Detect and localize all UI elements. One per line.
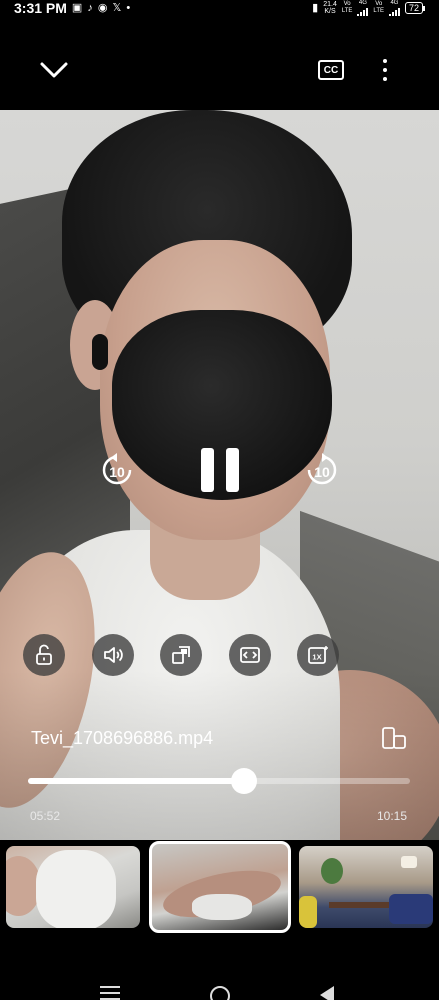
status-bar: 3:31 PM ▣ ♪ ◉ 𝕏 • ▮ 21.4 K/S Vo LTE 4G V… bbox=[0, 0, 439, 17]
thumbnail-1[interactable] bbox=[6, 846, 140, 928]
recents-icon bbox=[100, 986, 120, 988]
pause-button[interactable] bbox=[201, 448, 239, 492]
video-frame[interactable] bbox=[0, 110, 439, 940]
thumbnail-3-sofa bbox=[389, 894, 433, 924]
playback-speed-button[interactable]: 1X bbox=[297, 634, 339, 676]
current-time: 05:52 bbox=[30, 809, 61, 823]
sim2-volte-bottom: LTE bbox=[373, 8, 384, 14]
playback-speed-icon: 1X bbox=[308, 646, 328, 664]
player-top-bar: CC bbox=[0, 16, 439, 110]
lock-button[interactable] bbox=[23, 634, 65, 676]
sim1-volte: Vo LTE bbox=[342, 1, 353, 15]
status-right: ▮ 21.4 K/S Vo LTE 4G Vo LTE 4G 72 bbox=[312, 0, 426, 17]
thumbnail-3-lamp bbox=[401, 856, 417, 868]
pause-icon-bar bbox=[201, 448, 214, 492]
sim1-volte-top: Vo bbox=[343, 1, 351, 7]
total-time: 10:15 bbox=[377, 809, 408, 823]
sim2-network: 4G bbox=[388, 0, 400, 17]
collapse-button[interactable] bbox=[38, 56, 70, 84]
sim1-network: 4G bbox=[357, 0, 369, 17]
more-dot bbox=[383, 68, 387, 72]
video-filename: Tevi_1708696886.mp4 bbox=[31, 728, 214, 748]
back-button[interactable] bbox=[320, 986, 334, 1000]
gallery-icon: ▣ bbox=[71, 1, 83, 14]
sim2-volte: Vo LTE bbox=[373, 1, 384, 15]
volume-button[interactable] bbox=[92, 634, 134, 676]
thumbnail-3-chair bbox=[299, 896, 317, 928]
rotate-screen-button[interactable] bbox=[381, 726, 407, 750]
recents-icon bbox=[100, 992, 120, 994]
sim2-volte-top: Vo bbox=[375, 1, 383, 7]
speed-label: 1X bbox=[312, 653, 321, 662]
cc-icon: CC bbox=[323, 64, 339, 76]
sim1-volte-bottom: LTE bbox=[341, 8, 353, 14]
more-dot bbox=[383, 59, 387, 63]
seek-bar-thumb[interactable] bbox=[230, 768, 257, 794]
vibrate-icon: ▮ bbox=[312, 1, 319, 14]
recents-button[interactable] bbox=[100, 986, 120, 1000]
volume-icon bbox=[104, 647, 123, 663]
thumbnail-3-plant bbox=[321, 858, 343, 884]
seek-bar-progress bbox=[28, 778, 244, 784]
popup-player-button[interactable] bbox=[160, 634, 202, 676]
messenger-icon: ◉ bbox=[97, 1, 108, 14]
thumbnail-2-shorts bbox=[192, 894, 252, 920]
net-speed-value: 21.4 bbox=[323, 1, 337, 8]
sim1-signal-icon bbox=[357, 7, 369, 17]
home-button[interactable] bbox=[210, 986, 230, 1000]
chevron-down-icon bbox=[40, 62, 68, 78]
sim2-signal-icon bbox=[388, 7, 400, 17]
thumbnail-3[interactable] bbox=[299, 846, 433, 928]
status-left: 3:31 PM ▣ ♪ ◉ 𝕏 • bbox=[14, 0, 130, 16]
seek-bar[interactable] bbox=[28, 768, 410, 794]
forward-seconds: 10 bbox=[314, 463, 330, 480]
dot-icon: • bbox=[126, 1, 131, 14]
screen-fit-icon bbox=[240, 647, 260, 663]
thumbnail-3-table bbox=[329, 902, 389, 908]
x-icon: 𝕏 bbox=[112, 1, 122, 14]
status-time: 3:31 PM bbox=[14, 0, 67, 16]
tiktok-icon: ♪ bbox=[87, 1, 93, 14]
more-options-button[interactable] bbox=[378, 57, 392, 83]
lock-icon bbox=[36, 644, 52, 665]
screen-fit-button[interactable] bbox=[229, 634, 271, 676]
net-speed: 21.4 K/S bbox=[323, 1, 337, 15]
more-dot bbox=[383, 77, 387, 81]
thumbnail-2-selected[interactable] bbox=[149, 841, 291, 933]
rewind-10-button[interactable]: 10 bbox=[99, 452, 135, 488]
rewind-seconds: 10 bbox=[109, 463, 125, 480]
pause-icon-bar bbox=[226, 448, 239, 492]
video-earbud bbox=[92, 334, 108, 370]
battery-indicator: 72 bbox=[404, 2, 426, 14]
rotate-screen-icon bbox=[382, 727, 406, 749]
popup-player-icon bbox=[172, 646, 190, 664]
thumbnail-strip bbox=[0, 840, 439, 940]
system-nav-bar bbox=[0, 940, 439, 1000]
thumbnail-1-shirt bbox=[36, 850, 116, 928]
subtitles-button[interactable]: CC bbox=[318, 60, 344, 80]
net-speed-unit: K/S bbox=[324, 8, 336, 15]
forward-10-button[interactable]: 10 bbox=[304, 452, 340, 488]
